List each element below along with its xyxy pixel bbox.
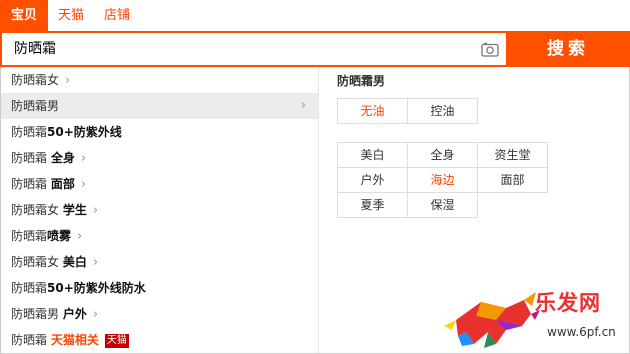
attribute-tag[interactable]: 面部 <box>477 167 548 193</box>
attribute-tag[interactable]: 户外 <box>337 167 408 193</box>
suggestion-item[interactable]: 防晒霜50+防紫外线防水 <box>1 275 318 301</box>
suggestion-extra-text: 美白 <box>62 255 87 269</box>
attribute-tag[interactable]: 资生堂 <box>477 142 548 168</box>
suggestion-base-text: 防晒霜 <box>11 281 48 295</box>
search-box <box>0 31 506 67</box>
suggestion-base-text: 防晒霜 <box>11 333 51 347</box>
attribute-tag[interactable]: 美白 <box>337 142 408 168</box>
panel-title: 防晒霜男 <box>337 74 386 88</box>
suggestion-item[interactable]: 防晒霜男 户外 › <box>1 301 318 327</box>
suggestion-item[interactable]: 防晒霜50+防紫外线 <box>1 119 318 145</box>
tab-shop[interactable]: 店铺 <box>94 0 140 31</box>
suggestion-extra-text: 户外 <box>62 307 87 321</box>
suggestion-item[interactable]: 防晒霜女 › <box>1 67 318 93</box>
tab-baobei[interactable]: 宝贝 <box>0 0 49 31</box>
suggestion-base-text: 防晒霜女 <box>11 255 63 269</box>
chevron-right-icon: › <box>80 177 87 192</box>
suggestion-base-text: 防晒霜女 <box>11 203 63 217</box>
suggestion-base-text: 防晒霜 <box>11 177 51 191</box>
suggestion-base-text: 防晒霜男 <box>11 307 63 321</box>
search-scope-tabs: 宝贝 天猫 店铺 <box>0 0 140 31</box>
suggestion-extra-text: 喷雾 <box>47 229 72 243</box>
attribute-group-1: 无油 控油 <box>337 98 478 124</box>
attribute-tag[interactable]: 控油 <box>407 98 478 124</box>
chevron-right-icon: › <box>92 307 99 322</box>
attribute-tag[interactable]: 海边 <box>407 167 478 193</box>
camera-icon[interactable] <box>481 42 499 57</box>
suggestion-base-text: 防晒霜女 <box>11 73 60 87</box>
attribute-group-2: 美白 全身 资生堂户外 海边 面部夏季 保湿 <box>337 142 548 218</box>
chevron-right-icon: › <box>65 73 71 88</box>
suggestion-base-text: 防晒霜男 <box>11 99 60 113</box>
suggestion-item[interactable]: 防晒霜 天猫相关 天猫 <box>1 327 318 353</box>
suggestion-base-text: 防晒霜 <box>11 229 48 243</box>
suggestion-item[interactable]: 防晒霜女 美白 › <box>1 249 318 275</box>
suggestion-item[interactable]: 防晒霜 面部 › <box>1 171 318 197</box>
suggestion-extra-text: 天猫相关 <box>50 333 99 347</box>
search-bar: 搜索 <box>0 31 630 67</box>
chevron-right-icon: › <box>92 203 99 218</box>
suggestion-base-text: 防晒霜 <box>11 151 51 165</box>
suggestion-extra-text: 全身 <box>50 151 75 165</box>
chevron-right-icon: › <box>300 98 306 113</box>
attribute-tag[interactable]: 夏季 <box>337 192 408 218</box>
search-button[interactable]: 搜索 <box>506 31 630 67</box>
suggestion-item[interactable]: 防晒霜喷雾 › <box>1 223 318 249</box>
chevron-right-icon: › <box>80 151 87 166</box>
chevron-right-icon: › <box>92 255 99 270</box>
tab-tmall[interactable]: 天猫 <box>48 0 94 31</box>
watermark-url: www.6pf.cn <box>547 325 616 339</box>
attribute-tag[interactable]: 无油 <box>337 98 408 124</box>
suggestion-item[interactable]: 防晒霜女 学生 › <box>1 197 318 223</box>
suggestion-base-text: 防晒霜 <box>11 125 48 139</box>
search-input[interactable] <box>14 40 454 56</box>
chevron-right-icon: › <box>77 229 83 244</box>
attribute-tag[interactable]: 保湿 <box>407 192 478 218</box>
suggestion-item[interactable]: 防晒霜男 › <box>1 93 318 119</box>
suggestion-extra-text: 学生 <box>62 203 87 217</box>
suggestion-extra-text: 50+防紫外线 <box>47 125 122 139</box>
attribute-tag[interactable]: 全身 <box>407 142 478 168</box>
suggestion-extra-text: 面部 <box>50 177 75 191</box>
suggestion-item[interactable]: 防晒霜 全身 › <box>1 145 318 171</box>
tmall-badge-icon: 天猫 <box>104 333 129 348</box>
suggestion-list: 防晒霜女 › 防晒霜男 › 防晒霜50+防紫外线 防晒霜 全身 › 防晒霜 面部 › 防晒霜女 学… <box>1 67 319 354</box>
watermark-logo-text: 乐发网 <box>535 290 601 315</box>
suggestion-extra-text: 50+防紫外线防水 <box>47 281 146 295</box>
